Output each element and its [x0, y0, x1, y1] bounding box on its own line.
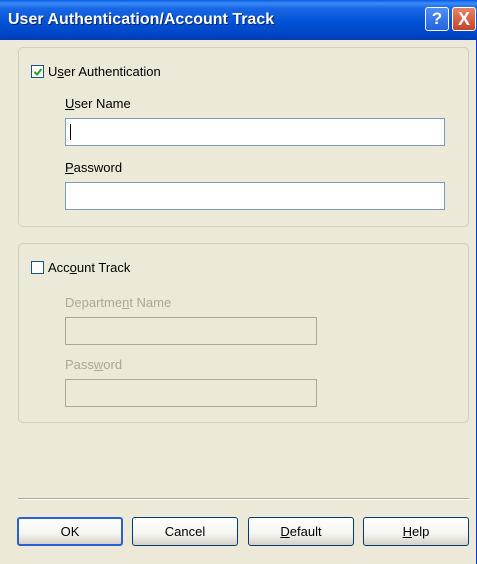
ok-button-label: OK [60, 524, 80, 539]
dialog-window: User Authentication/Account Track ? X Us… [0, 0, 477, 564]
cancel-button-label: Cancel [164, 524, 206, 539]
close-glyph: X [457, 8, 470, 29]
username-label: User Name [65, 96, 131, 111]
department-name-label: Department Name [65, 295, 172, 310]
help-icon[interactable]: ? [425, 7, 449, 31]
account-track-label[interactable]: Account Track [48, 260, 130, 275]
password-field[interactable] [65, 182, 445, 210]
help-button[interactable]: Help [363, 517, 469, 546]
text-caret [70, 124, 71, 140]
checkmark-icon [33, 68, 43, 76]
help-button-label: Help [402, 524, 430, 539]
username-field[interactable] [65, 118, 445, 146]
window-title: User Authentication/Account Track [8, 11, 275, 28]
password-label: Password [65, 160, 123, 175]
default-button[interactable]: Default [248, 517, 354, 546]
separator [18, 498, 469, 500]
user-authentication-label[interactable]: User Authentication [48, 64, 161, 79]
default-button-label: Default [280, 524, 322, 539]
account-track-checkbox[interactable] [31, 261, 44, 274]
user-authentication-checkbox[interactable] [31, 65, 44, 78]
close-icon[interactable]: X [452, 7, 476, 31]
title-bar[interactable]: User Authentication/Account Track ? X [0, 0, 477, 40]
ok-button[interactable]: OK [17, 517, 123, 546]
cancel-button[interactable]: Cancel [132, 517, 238, 546]
help-glyph: ? [431, 9, 443, 28]
account-password-field[interactable] [65, 379, 317, 407]
department-name-field[interactable] [65, 317, 317, 345]
account-password-label: Password [65, 357, 123, 372]
